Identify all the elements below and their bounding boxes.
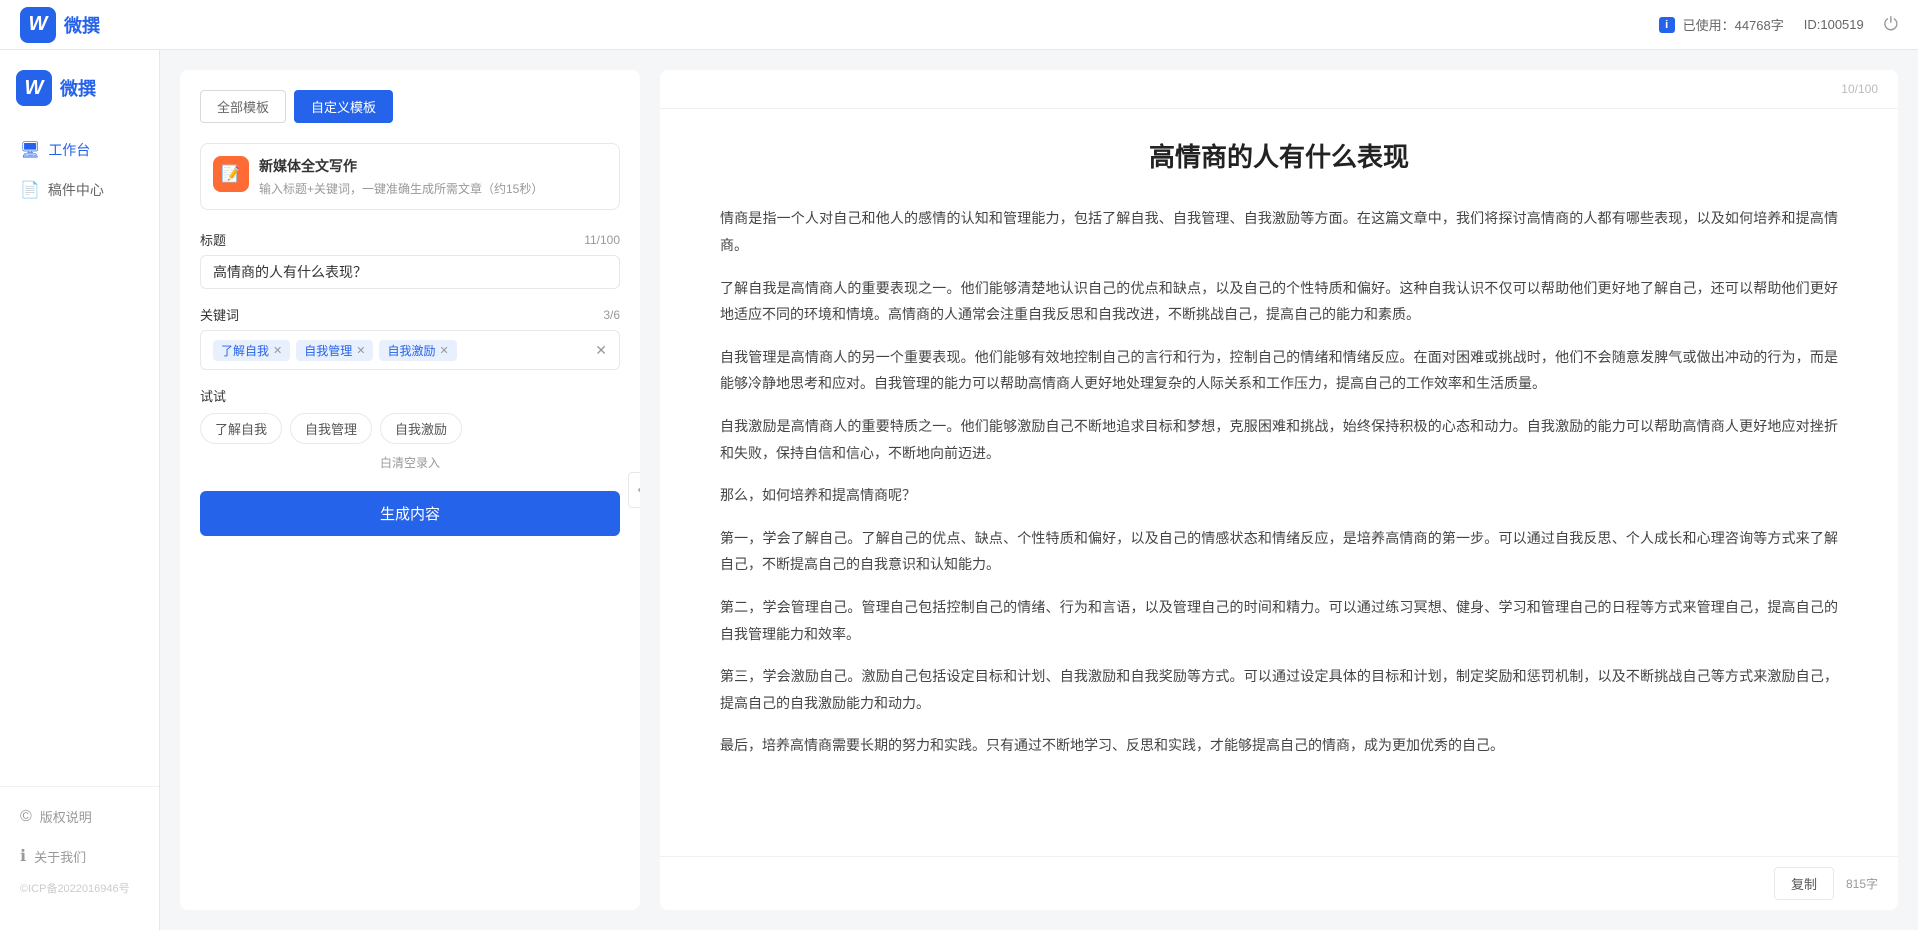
template-card: 📝 新媒体全文写作 输入标题+关键词，一键准确生成所需文章（约15秒） [200,143,620,210]
preview-title: 高情商的人有什么表现 [720,139,1838,175]
preview-paragraph-2: 自我管理是高情商人的另一个重要表现。他们能够有效地控制自己的言行和行为，控制自己… [720,344,1838,397]
template-info: 新媒体全文写作 输入标题+关键词，一键准确生成所需文章（约15秒） [259,156,607,197]
tab-custom[interactable]: 自定义模板 [294,90,393,123]
preview-paragraph-0: 情商是指一个人对自己和他人的感情的认知和管理能力，包括了解自我、自我管理、自我激… [720,205,1838,258]
sidebar-item-drafts[interactable]: 📄 稿件中心 [0,170,159,210]
preview-paragraph-7: 第三，学会激励自己。激励自己包括设定目标和计划、自我激励和自我奖励等方式。可以通… [720,663,1838,716]
keywords-counter: 3/6 [603,308,620,322]
keywords-clear-icon[interactable]: ✕ [595,342,607,359]
keyword-tag-2-text: 自我激励 [387,342,435,359]
keyword-tag-1-remove[interactable]: ✕ [356,344,365,357]
form-panel: 全部模板 自定义模板 📝 新媒体全文写作 输入标题+关键词，一键准确生成所需文章… [180,70,640,910]
suggestions-section: 试试 了解自我 自我管理 自我激励 [200,386,620,444]
topbar-id: ID:100519 [1804,17,1864,32]
sidebar-logo-text: 微撰 [60,75,96,101]
sidebar-nav: 🖥 工作台 📄 稿件中心 [0,130,159,786]
keyword-tag-2-remove[interactable]: ✕ [439,344,448,357]
keyword-tag-1[interactable]: 自我管理 ✕ [296,340,373,361]
sidebar-drafts-label: 稿件中心 [48,180,104,200]
topbar-logo-text: 微撰 [64,12,100,38]
keyword-tag-0-remove[interactable]: ✕ [273,344,282,357]
sidebar-item-about[interactable]: ℹ 关于我们 [0,836,159,876]
preview-paragraph-8: 最后，培养高情商需要长期的努力和实践。只有通过不断地学习、反思和实践，才能够提高… [720,732,1838,759]
main-layout: W 微撰 🖥 工作台 📄 稿件中心 © 版权说明 ℹ 关于我们 ©ICP备202… [0,50,1918,930]
template-desc: 输入标题+关键词，一键准确生成所需文章（约15秒） [259,180,607,197]
word-count: 815字 [1846,875,1878,892]
keywords-box: 了解自我 ✕ 自我管理 ✕ 自我激励 ✕ ✕ [200,330,620,370]
sidebar-bottom: © 版权说明 ℹ 关于我们 ©ICP备2022016946号 [0,786,159,910]
keyword-tag-0[interactable]: 了解自我 ✕ [213,340,290,361]
topbar-right: i 已使用：44768字 ID:100519 ⏻ [1659,14,1898,35]
keyword-tag-0-text: 了解自我 [221,342,269,359]
preview-paragraph-4: 那么，如何培养和提高情商呢？ [720,482,1838,509]
template-tabs: 全部模板 自定义模板 [200,90,620,123]
preview-body: 高情商的人有什么表现 情商是指一个人对自己和他人的感情的认知和管理能力，包括了解… [660,109,1898,856]
preview-header: 10/100 [660,70,1898,109]
sidebar-about-label: 关于我们 [34,847,86,866]
sidebar-workspace-label: 工作台 [48,140,90,160]
template-icon: 📝 [213,156,249,192]
suggestion-chips: 了解自我 自我管理 自我激励 [200,413,620,444]
workspace-icon: 🖥 [20,140,40,160]
chip-0[interactable]: 了解自我 [200,413,282,444]
chip-2[interactable]: 自我激励 [380,413,462,444]
keywords-section: 关键词 3/6 了解自我 ✕ 自我管理 ✕ 自我激励 ✕ [200,305,620,370]
icp-text: ©ICP备2022016946号 [0,876,159,900]
preview-paragraph-5: 第一，学会了解自己。了解自己的优点、缺点、个性特质和偏好，以及自己的情感状态和情… [720,525,1838,578]
suggestions-label: 试试 [200,386,620,405]
keyword-tag-1-text: 自我管理 [304,342,352,359]
drafts-icon: 📄 [20,180,40,200]
power-icon[interactable]: ⏻ [1884,14,1898,35]
usage-text: 已使用：44768字 [1683,15,1784,34]
logo-w-letter: W [20,7,56,43]
generate-button[interactable]: 生成内容 [200,491,620,536]
keywords-field-header: 关键词 3/6 [200,305,620,324]
copyright-icon: © [20,808,32,826]
sidebar: W 微撰 🖥 工作台 📄 稿件中心 © 版权说明 ℹ 关于我们 ©ICP备202… [0,50,160,930]
title-field-header: 标题 11/100 [200,230,620,249]
topbar: W 微撰 i 已使用：44768字 ID:100519 ⏻ [0,0,1918,50]
template-name: 新媒体全文写作 [259,156,607,176]
title-label: 标题 [200,230,226,249]
sidebar-logo: W 微撰 [0,70,159,130]
clear-hint[interactable]: 白清空录入 [200,454,620,471]
chip-1[interactable]: 自我管理 [290,413,372,444]
collapse-handle[interactable]: ‹ [628,472,640,508]
topbar-left: W 微撰 [20,7,100,43]
keywords-label: 关键词 [200,305,239,324]
sidebar-item-copyright[interactable]: © 版权说明 [0,797,159,836]
sidebar-copyright-label: 版权说明 [40,807,92,826]
sidebar-item-workspace[interactable]: 🖥 工作台 [0,130,159,170]
tab-all[interactable]: 全部模板 [200,90,286,123]
preview-counter: 10/100 [1841,82,1878,96]
preview-paragraph-6: 第二，学会管理自己。管理自己包括控制自己的情绪、行为和言语，以及管理自己的时间和… [720,594,1838,647]
sidebar-logo-w: W [16,70,52,106]
preview-footer: 复制 815字 [660,856,1898,910]
about-icon: ℹ [20,846,26,866]
content-area: 全部模板 自定义模板 📝 新媒体全文写作 输入标题+关键词，一键准确生成所需文章… [160,50,1918,930]
preview-paragraph-3: 自我激励是高情商人的重要特质之一。他们能够激励自己不断地追求目标和梦想，克服困难… [720,413,1838,466]
keyword-tag-2[interactable]: 自我激励 ✕ [379,340,456,361]
info-icon: i [1659,17,1675,33]
topbar-usage: i 已使用：44768字 [1659,15,1784,34]
copy-button[interactable]: 复制 [1774,867,1834,900]
title-counter: 11/100 [584,233,620,247]
title-section: 标题 11/100 [200,230,620,289]
title-input[interactable] [200,255,620,289]
preview-paragraph-1: 了解自我是高情商人的重要表现之一。他们能够清楚地认识自己的优点和缺点，以及自己的… [720,275,1838,328]
preview-panel: 10/100 高情商的人有什么表现 情商是指一个人对自己和他人的感情的认知和管理… [660,70,1898,910]
